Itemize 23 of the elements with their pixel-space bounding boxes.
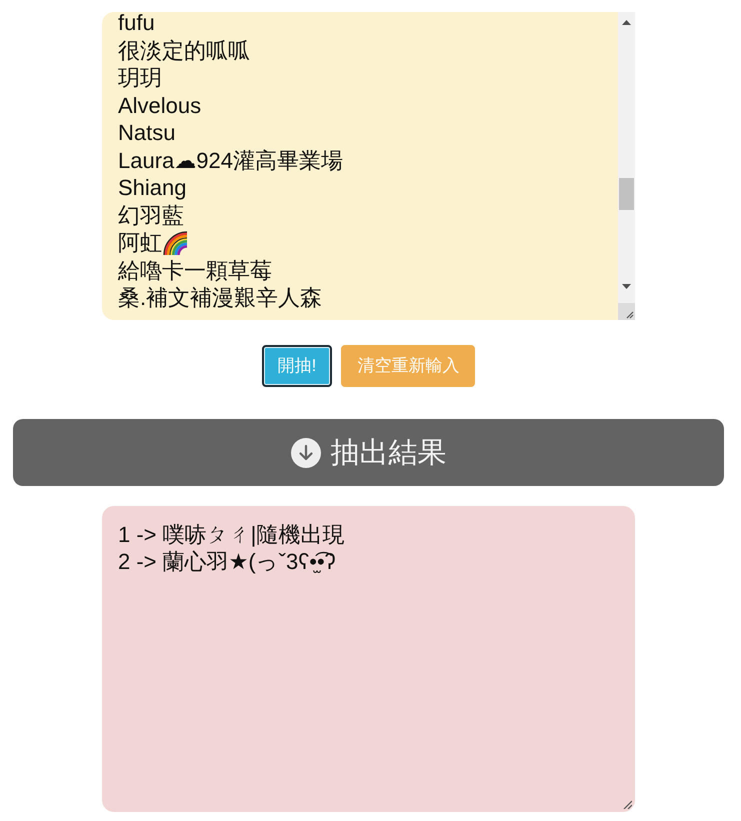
name-entry: Laura☁924灌高畢業場 <box>118 146 343 174</box>
name-entry: 很淡定的呱呱 <box>118 36 250 64</box>
name-entry: 阿虹 <box>118 229 162 256</box>
name-entry: 給嚕卡一顆草莓 <box>118 256 272 284</box>
result-entry: 2 -> 蘭心羽★(っˇ3ʕ•̫͡•ʔ <box>118 548 336 575</box>
scroll-down-icon[interactable] <box>622 284 631 289</box>
name-entry: 玥玥 <box>118 64 162 92</box>
scrollbar-thumb[interactable] <box>619 178 634 210</box>
name-entry: Alvelous <box>118 92 202 119</box>
rainbow-icon <box>163 230 187 255</box>
name-entry: Natsu <box>118 119 176 146</box>
results-title: 抽出結果 <box>330 436 446 470</box>
resize-grip-icon[interactable] <box>618 303 635 320</box>
scroll-up-icon[interactable] <box>622 20 631 25</box>
name-entry: 幻羽藍 <box>118 202 184 229</box>
results-textarea[interactable]: 1 -> 噗哧ㄆㄔ|隨機出現 2 -> 蘭心羽★(っˇ3ʕ•̫͡•ʔ <box>102 506 635 812</box>
names-textarea[interactable]: fufu 很淡定的呱呱 玥玥 Alvelous Natsu Laura☁924灌高畢業場 Shiang 幻羽藍 阿虹 給嚕卡一顆草莓 桑.補文補漫艱辛人森 <box>102 12 635 320</box>
resize-grip-icon[interactable] <box>623 800 632 809</box>
result-entry: 1 -> 噗哧ㄆㄔ|隨機出現 <box>118 521 344 548</box>
name-entry: fufu <box>118 12 155 36</box>
name-entry: 桑.補文補漫艱辛人森 <box>118 284 322 312</box>
name-entry: Shiang <box>118 174 187 202</box>
down-arrow-circle-icon <box>290 438 320 468</box>
